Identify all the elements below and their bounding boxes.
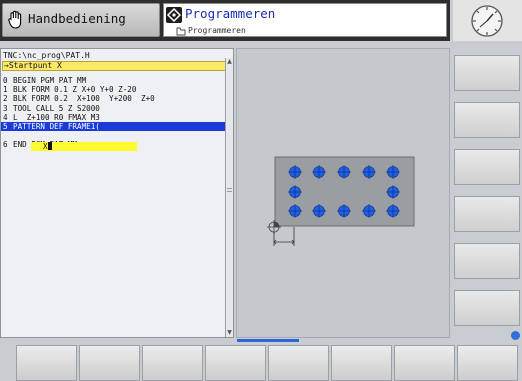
input-prompt: →Startpunt X bbox=[2, 61, 226, 71]
program-line[interactable]: 2 BLK FORM 0.2 X+100 Y+200 Z+0 bbox=[3, 94, 227, 103]
line-text: PATTERN DEF FRAME1( bbox=[13, 121, 100, 131]
active-view-indicator bbox=[237, 339, 299, 342]
softkey-bottom-7[interactable] bbox=[394, 345, 455, 381]
program-lines: 0 BEGIN PGM PAT MM 1 BLK FORM 0.1 Z X+0 Y+… bbox=[1, 76, 227, 150]
top-bar: Handbediening Programmeren Programmeren bbox=[0, 0, 450, 41]
mode-programming-subtitle: Programmeren bbox=[188, 26, 246, 35]
text-cursor bbox=[47, 142, 52, 150]
vertical-softkey-bar bbox=[452, 48, 522, 338]
programming-icon bbox=[166, 7, 182, 23]
mode-manual-label: Handbediening bbox=[28, 11, 126, 26]
mode-programming[interactable]: Programmeren Programmeren bbox=[163, 3, 447, 37]
editor-scrollbar[interactable]: ▲ ▼ bbox=[225, 58, 233, 337]
mode-manual-operation[interactable]: Handbediening bbox=[2, 3, 160, 37]
softkey-right-4[interactable] bbox=[454, 196, 520, 232]
hand-icon bbox=[8, 10, 22, 29]
file-path: TNC:\nc_prog\PAT.H bbox=[3, 51, 90, 60]
line-number: 1 bbox=[3, 85, 8, 95]
softkey-bottom-8[interactable] bbox=[457, 345, 518, 381]
scroll-grip[interactable] bbox=[227, 188, 232, 192]
program-line[interactable]: 0 BEGIN PGM PAT MM bbox=[3, 76, 227, 85]
softkey-bottom-2[interactable] bbox=[79, 345, 140, 381]
line-number: 2 bbox=[3, 94, 8, 104]
folder-icon bbox=[176, 27, 186, 36]
softkey-bottom-6[interactable] bbox=[331, 345, 392, 381]
line-text: BLK FORM 0.2 X+100 Y+200 Z+0 bbox=[13, 94, 155, 104]
softkey-bottom-5[interactable] bbox=[268, 345, 329, 381]
line-text: BEGIN PGM PAT MM bbox=[13, 76, 87, 85]
program-line[interactable]: 1 BLK FORM 0.1 Z X+0 Y+0 Z-20 bbox=[3, 85, 227, 94]
line-number: 6 bbox=[3, 140, 8, 150]
line-text: BLK FORM 0.1 Z X+0 Y+0 Z-20 bbox=[13, 85, 137, 95]
mode-programming-title: Programmeren bbox=[185, 6, 276, 21]
softkey-bottom-3[interactable] bbox=[142, 345, 203, 381]
program-line-input-spacer bbox=[3, 131, 227, 140]
line-number: 5 bbox=[3, 121, 8, 131]
horizontal-softkey-bar bbox=[0, 344, 522, 381]
dimension-lines bbox=[273, 227, 295, 246]
line-number: 0 bbox=[3, 76, 8, 85]
softkey-bottom-4[interactable] bbox=[205, 345, 266, 381]
softkey-right-6[interactable] bbox=[454, 290, 520, 326]
pattern-preview bbox=[267, 156, 415, 246]
value-input[interactable]: X bbox=[31, 142, 137, 151]
softkey-right-5[interactable] bbox=[454, 243, 520, 279]
line-number: 3 bbox=[3, 103, 8, 113]
program-line[interactable]: 3 TOOL CALL 5 Z S2000 bbox=[3, 104, 227, 113]
program-line-selected[interactable]: 5 PATTERN DEF FRAME1( bbox=[1, 121, 227, 132]
softkey-right-2[interactable] bbox=[454, 102, 520, 138]
clock-icon bbox=[471, 5, 503, 37]
softkey-right-3[interactable] bbox=[454, 149, 520, 185]
line-text: L Z+100 R0 FMAX M3 bbox=[13, 112, 100, 122]
program-line[interactable]: 4 L Z+100 R0 FMAX M3 bbox=[3, 113, 227, 122]
program-editor[interactable]: TNC:\nc_prog\PAT.H →Startpunt X 0 BEGIN P… bbox=[0, 48, 234, 338]
scroll-down-arrow-icon[interactable]: ▼ bbox=[226, 329, 233, 337]
scroll-up-arrow-icon[interactable]: ▲ bbox=[226, 58, 233, 66]
graphic-view bbox=[236, 48, 450, 338]
softkey-bottom-1[interactable] bbox=[16, 345, 77, 381]
line-text: TOOL CALL 5 Z S2000 bbox=[13, 103, 100, 113]
info-icon[interactable] bbox=[511, 331, 520, 340]
line-number: 4 bbox=[3, 112, 8, 122]
softkey-right-1[interactable] bbox=[454, 55, 520, 91]
